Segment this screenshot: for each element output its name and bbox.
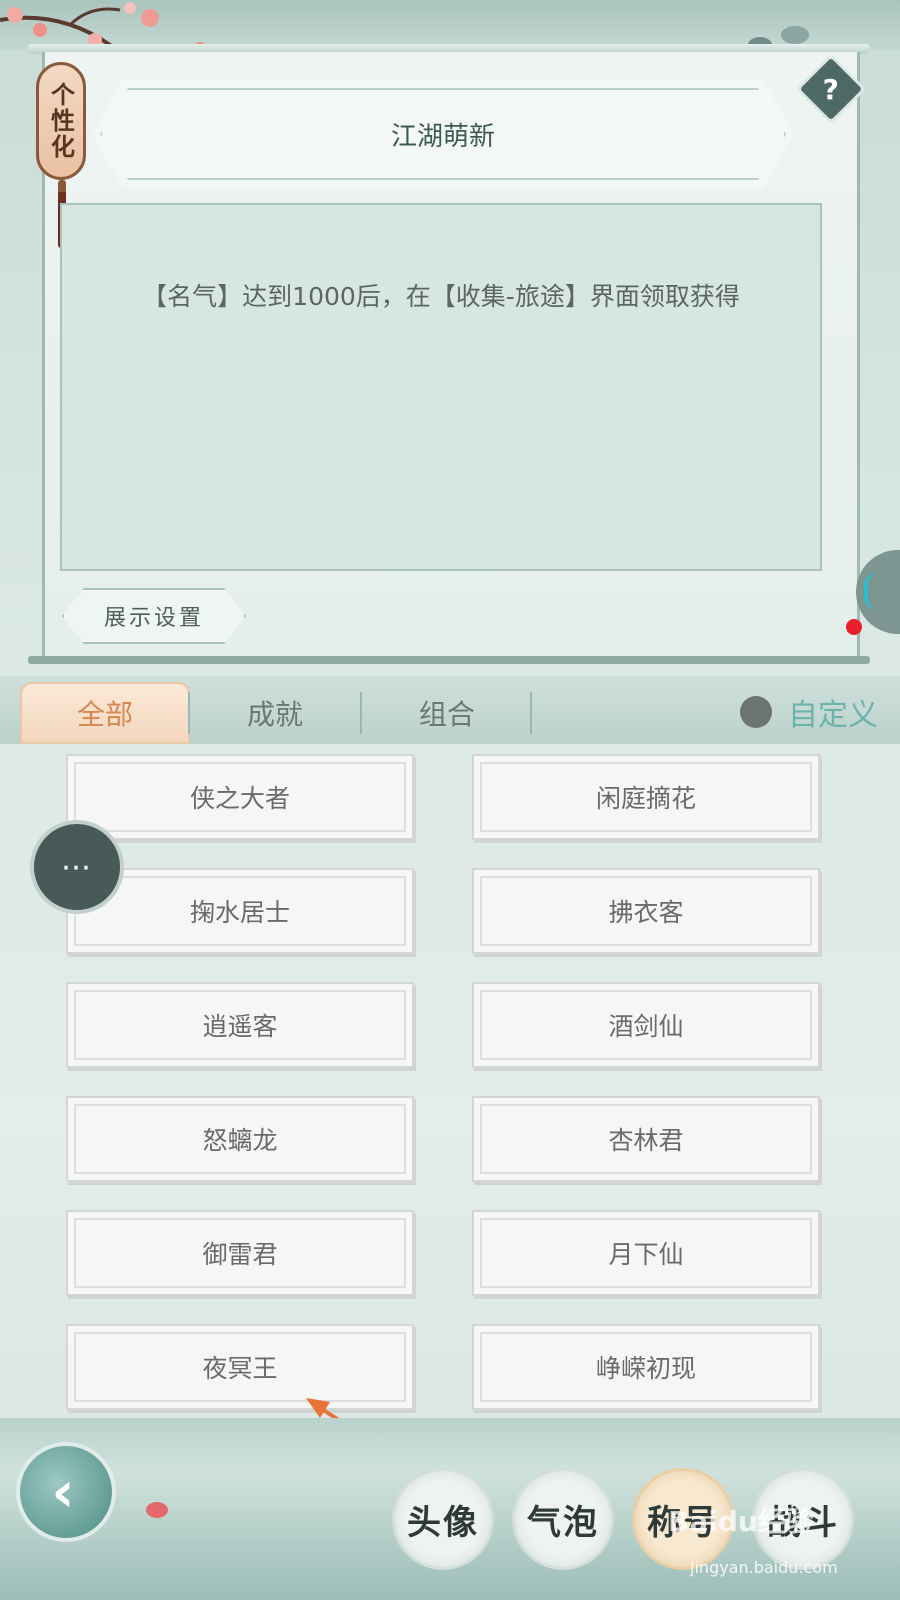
custom-toggle[interactable] xyxy=(740,696,772,728)
title-card-label: 峥嵘初现 xyxy=(595,1354,696,1383)
title-card-label: 夜冥王 xyxy=(202,1354,278,1383)
title-card[interactable]: 怒螭龙 xyxy=(66,1096,414,1182)
back-button[interactable]: ‹ xyxy=(16,1442,116,1542)
side-drawer-handle[interactable] xyxy=(856,550,900,634)
title-card[interactable]: 闲庭摘花 xyxy=(472,754,820,840)
nav-bubble-label: 气泡 xyxy=(527,1502,599,1543)
tab-combination[interactable]: 组合 xyxy=(362,682,532,744)
title-card[interactable]: 月下仙 xyxy=(472,1210,820,1296)
nav-avatar[interactable]: 头像 xyxy=(392,1468,494,1570)
display-settings-button[interactable]: 展示设置 xyxy=(62,588,246,644)
title-card[interactable]: 侠之大者 xyxy=(66,754,414,840)
title-card-label: 闲庭摘花 xyxy=(595,784,696,813)
nav-avatar-label: 头像 xyxy=(407,1502,479,1543)
personalize-tag: 个性化 xyxy=(36,62,86,180)
title-card[interactable]: 拂衣客 xyxy=(472,868,820,954)
watermark: Baidu经验 xyxy=(668,1505,814,1538)
question-icon: ? xyxy=(822,72,840,106)
chat-bubble-icon: ⋯ xyxy=(61,849,93,885)
selected-title: 江湖萌新 xyxy=(390,121,495,152)
selected-title-banner: 江湖萌新 xyxy=(92,80,794,188)
back-arrow-icon: ‹ xyxy=(51,1459,75,1525)
chat-button[interactable]: ⋯ xyxy=(30,820,124,914)
tab-divider xyxy=(530,692,532,734)
title-card-label: 拂衣客 xyxy=(608,898,684,927)
title-card-label: 御雷君 xyxy=(202,1240,278,1269)
title-card-label: 酒剑仙 xyxy=(608,1012,684,1041)
personalize-tag-label: 个性化 xyxy=(46,82,76,160)
title-description: 【名气】达到1000后，在【收集-旅途】界面领取获得 xyxy=(142,282,740,311)
nav-bubble[interactable]: 气泡 xyxy=(512,1468,614,1570)
tab-achievement[interactable]: 成就 xyxy=(190,682,360,744)
title-description-box: 【名气】达到1000后，在【收集-旅途】界面领取获得 xyxy=(60,203,822,571)
display-settings-label: 展示设置 xyxy=(103,606,204,631)
title-card-label: 杏林君 xyxy=(608,1126,684,1155)
custom-label[interactable]: 自定义 xyxy=(788,690,878,734)
title-card-label: 侠之大者 xyxy=(189,784,290,813)
title-card[interactable]: 峥嵘初现 xyxy=(472,1324,820,1410)
tab-achievement-label: 成就 xyxy=(246,698,303,731)
title-grid: 侠之大者 闲庭摘花 掬水居士 拂衣客 逍遥客 酒剑仙 怒螭龙 杏林君 御雷君 月… xyxy=(0,744,900,1444)
title-card[interactable]: 酒剑仙 xyxy=(472,982,820,1068)
title-card-label: 怒螭龙 xyxy=(202,1126,278,1155)
title-card[interactable]: 杏林君 xyxy=(472,1096,820,1182)
title-card[interactable]: 逍遥客 xyxy=(66,982,414,1068)
title-card-label: 逍遥客 xyxy=(202,1012,278,1041)
petal-decoration xyxy=(146,1502,168,1518)
title-card-label: 掬水居士 xyxy=(189,898,290,927)
category-tabs: 全部 成就 组合 自定义 xyxy=(0,676,900,744)
watermark-url: jingyan.baidu.com xyxy=(690,1558,838,1577)
tab-combination-label: 组合 xyxy=(418,698,475,731)
notification-dot xyxy=(846,619,862,635)
tab-all-label: 全部 xyxy=(76,698,133,731)
title-card[interactable]: 御雷君 xyxy=(66,1210,414,1296)
title-card-label: 月下仙 xyxy=(608,1240,684,1269)
tab-all[interactable]: 全部 xyxy=(20,682,190,744)
scroll-bottom-rod xyxy=(28,656,870,664)
